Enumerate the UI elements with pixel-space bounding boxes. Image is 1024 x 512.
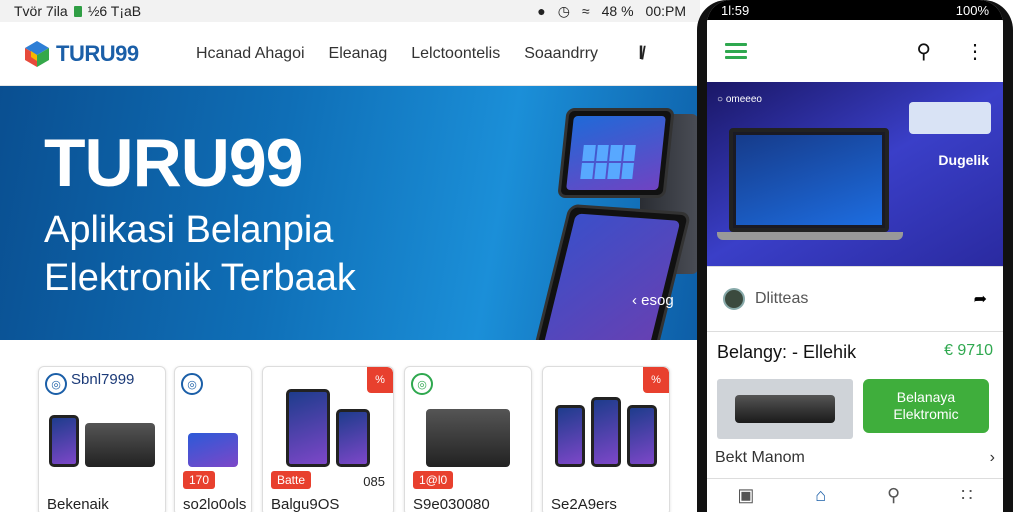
phone-tab-bar: ▣ ⌂ ⚲ ∷: [707, 478, 1003, 512]
product-name: Bekenaik: [47, 496, 109, 512]
more-vert-icon[interactable]: ⋮: [965, 39, 985, 64]
sale-badge-icon: %: [367, 367, 393, 393]
menu-icon[interactable]: [725, 43, 747, 59]
phone-more-text: Bekt Manom: [715, 449, 805, 466]
status-bar: Tvör 7ila ½6 T¡aB ● ◷ ≈ 48 % 00:PM: [0, 0, 700, 22]
product-image: [183, 399, 243, 467]
battery-small-icon: [73, 5, 82, 17]
phone-product-image[interactable]: [717, 379, 853, 439]
status-battery: 48 %: [601, 3, 634, 19]
product-price-tag: 1@l0: [413, 471, 454, 489]
status-network: ½6 T¡aB: [87, 3, 142, 19]
laptop-base: [717, 232, 903, 240]
product-card[interactable]: ◎ 170 so2lo0ols: [174, 366, 252, 512]
site-header: TURU99 Hcanad Ahagoi Eleanag Lelctoontel…: [0, 22, 700, 86]
hero-subtitle: Aplikasi Belanpia Elektronik Terbaak: [44, 206, 356, 302]
product-price-tag: Batte: [271, 471, 312, 489]
avatar: [723, 288, 745, 310]
phone-app-bar: ⚲ ⋮: [707, 20, 1003, 82]
product-image: [413, 399, 523, 467]
logo-text: TURU99: [56, 40, 139, 66]
logo[interactable]: TURU99: [22, 39, 172, 69]
main-nav: Hcanad Ahagoi Eleanag Lelctoontelis Soaa…: [196, 45, 598, 63]
search-icon[interactable]: ⚲: [916, 39, 931, 64]
nav-item-3[interactable]: Lelctoontelis: [411, 45, 500, 63]
nav-item-4[interactable]: Soaandrry: [524, 45, 598, 63]
product-card[interactable]: ◎ Sbnl7999 Bekenaik: [38, 366, 166, 512]
phone-banner-label: ○ omeeeo: [717, 94, 762, 105]
brand-badge-icon: ◎: [411, 373, 433, 395]
hero-subtitle-line1: Aplikasi Belanpia: [44, 209, 334, 251]
product-name: S9e030080: [413, 496, 490, 512]
tab-search-icon[interactable]: ⚲: [887, 485, 900, 506]
bluetooth-icon: ●: [537, 3, 546, 19]
product-corner-label: Sbnl7999: [71, 371, 135, 388]
phone-list-row[interactable]: Dlitteas ➦: [707, 266, 1003, 332]
phone-mockup: 1l:59 100% ⚲ ⋮ ○ omeeeo Dugelik Dlitteas…: [697, 0, 1013, 512]
nav-item-1[interactable]: Hcanad Ahagoi: [196, 45, 305, 63]
phone-section-value: € 9710: [944, 342, 993, 359]
alarm-icon: ◷: [557, 2, 570, 19]
hero-subtitle-line2: Elektronik Terbaak: [44, 257, 356, 299]
laptop-image: [729, 128, 889, 232]
product-image: [47, 399, 157, 467]
phone-status-bar: 1l:59 100%: [707, 0, 1003, 20]
phone-banner-brand: Dugelik: [938, 152, 989, 168]
phone-screen: 1l:59 100% ⚲ ⋮ ○ omeeeo Dugelik Dlitteas…: [707, 0, 1003, 512]
phone-banner[interactable]: ○ omeeeo Dugelik: [707, 82, 1003, 266]
product-image: [551, 397, 661, 467]
product-name: Se2A9ers: [551, 496, 617, 512]
status-time: 00:PM: [645, 3, 686, 19]
product-name: Balgu9OS: [271, 496, 340, 512]
chevron-right-icon: ›: [989, 449, 995, 466]
product-image: [271, 389, 385, 467]
product-card[interactable]: ◎ 1@l0 S9e030080: [404, 366, 532, 512]
shop-electronics-button[interactable]: Belanaya Elektromic: [863, 379, 989, 433]
brand-badge-icon: ◎: [181, 373, 203, 395]
phone-row-text: Dlitteas: [755, 290, 809, 307]
product-price-tag: 170: [183, 471, 216, 489]
hero-device-tablet: [528, 203, 692, 340]
product-name: so2lo0ols: [183, 496, 247, 512]
product-price-right: 085: [363, 474, 385, 489]
hero-banner: TURU99 Aplikasi Belanpia Elektronik Terb…: [0, 86, 700, 340]
hero-title: TURU99: [44, 125, 303, 201]
phone-section-title: Belangy: - Ellehik: [717, 342, 857, 362]
product-card[interactable]: % Batte 085 Balgu9OS: [262, 366, 394, 512]
share-icon[interactable]: ➦: [974, 289, 987, 309]
nav-item-2[interactable]: Eleanag: [329, 45, 388, 63]
brand-badge-icon: ◎: [45, 373, 67, 395]
wifi-icon: ≈: [581, 3, 590, 19]
phone-banner-tag: [909, 102, 991, 134]
page: Tvör 7ila ½6 T¡aB ● ◷ ≈ 48 % 00:PM TURU9…: [0, 0, 1024, 512]
hero-device-screen: [557, 108, 675, 198]
logo-cube-icon: [25, 40, 49, 67]
user-menu-icon[interactable]: l̸: [630, 42, 652, 66]
phone-section: Belangy: - Ellehik € 9710 Belanaya Elekt…: [707, 332, 1003, 439]
phone-more-row[interactable]: Bekt Manom ›: [707, 439, 1003, 467]
tab-cart-icon[interactable]: ▣: [737, 485, 754, 506]
status-carrier: Tvör 7ila: [14, 3, 68, 19]
product-card[interactable]: % Se2A9ers: [542, 366, 670, 512]
tab-apps-icon[interactable]: ∷: [961, 485, 972, 506]
phone-status-battery: 100%: [955, 2, 989, 18]
phone-status-time: 1l:59: [721, 2, 750, 18]
hero-prev-link[interactable]: ‹ esog: [632, 292, 674, 309]
tab-home-icon[interactable]: ⌂: [815, 485, 826, 506]
product-list: ◎ Sbnl7999 Bekenaik ◎ 170 so2lo0ols % Ba…: [0, 340, 700, 512]
sale-badge-icon: %: [643, 367, 669, 393]
